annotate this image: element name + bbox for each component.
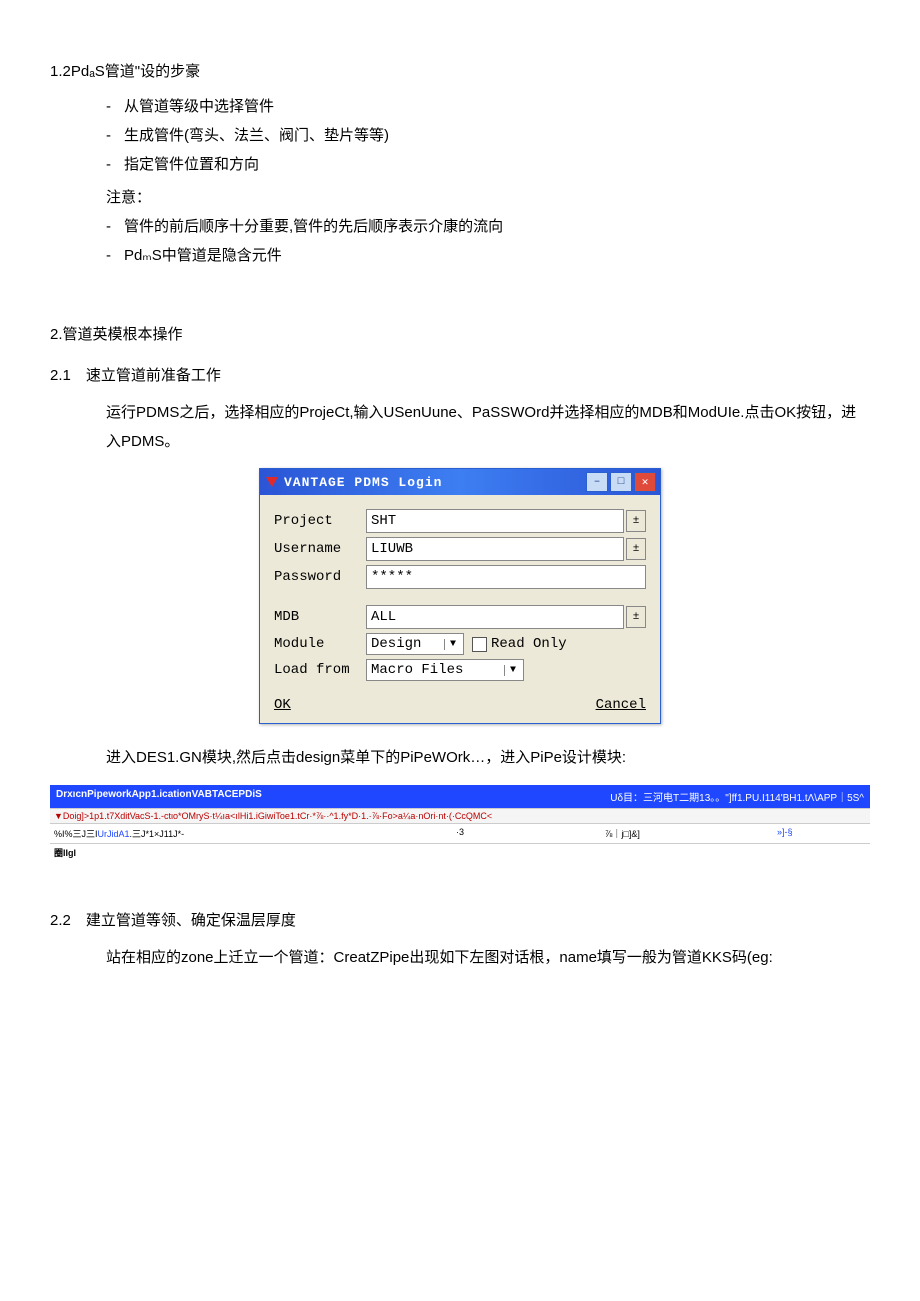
- list-text: 从管道等级中选择管件: [124, 98, 274, 115]
- statusbar: 圈lIgl: [50, 844, 870, 861]
- chevron-down-icon[interactable]: ▼: [444, 639, 461, 650]
- readonly-label: Read Only: [491, 636, 567, 652]
- section-2-1-para: 运行PDMS之后，选择相应的ProjeCt,输入USenUune、PaSSWOr…: [106, 399, 870, 456]
- toolbar[interactable]: %I%三J三IUrJidA1.三J*1×J11J*- ·3 ⅞｜j□]&] »]…: [50, 824, 870, 844]
- module-combo[interactable]: Design ▼: [366, 633, 464, 655]
- app-title-left: DrxıcnPipeworkApp1.icationVABTACEPDiS: [56, 789, 610, 804]
- title-text: VANTAGE PDMS Login: [284, 475, 586, 490]
- note-label: 注意：: [106, 186, 870, 207]
- mdb-input[interactable]: ALL: [366, 605, 624, 629]
- login-dialog: VANTAGE PDMS Login – □ ✕ Project SHT ± U…: [259, 468, 661, 724]
- username-input[interactable]: LIUWB: [366, 537, 624, 561]
- list-item: -生成管件(弯头、法兰、阀门、垫片等等): [106, 124, 870, 145]
- bullet-list-1: -从管道等级中选择管件 -生成管件(弯头、法兰、阀门、垫片等等) -指定管件位置…: [106, 95, 870, 174]
- close-button[interactable]: ✕: [634, 472, 656, 492]
- section-2-2-para: 站在相应的zone上迁立一个管道：CreatZPipe出现如下左图对话根，nam…: [106, 944, 870, 973]
- list-item: -管件的前后顺序十分重要,管件的先后顺序表示介康的流向: [106, 215, 870, 236]
- list-text: PdₘS中管道是隐含元件: [124, 247, 282, 264]
- list-item: -PdₘS中管道是隐含元件: [106, 244, 870, 265]
- ok-button[interactable]: OK: [274, 697, 291, 713]
- list-item: -指定管件位置和方向: [106, 153, 870, 174]
- list-item: -从管道等级中选择管件: [106, 95, 870, 116]
- minimize-button[interactable]: –: [586, 472, 608, 492]
- toolbar-segment: %I%三J三IUrJidA1.三J*1×J11J*-: [54, 827, 379, 840]
- chevron-down-icon[interactable]: ▼: [504, 665, 521, 676]
- project-label: Project: [274, 513, 366, 529]
- maximize-button[interactable]: □: [610, 472, 632, 492]
- app-icon: [266, 477, 278, 487]
- loadfrom-value: Macro Files: [371, 662, 504, 678]
- module-value: Design: [371, 636, 444, 652]
- titlebar[interactable]: VANTAGE PDMS Login – □ ✕: [260, 469, 660, 495]
- toolbar-segment: ·3: [379, 827, 541, 840]
- section-2-title: 2.管道英模根本操作: [50, 323, 870, 344]
- username-dropdown-icon[interactable]: ±: [626, 538, 646, 560]
- project-input[interactable]: SHT: [366, 509, 624, 533]
- mdb-dropdown-icon[interactable]: ±: [626, 606, 646, 628]
- section-1-2-title: 1.2PdₐS管道"设的步豪: [50, 60, 870, 81]
- app-title-right: Uδ目：三河电T二期13。。"]ff1.PU.I114'BH1.tΛ\APP｜5…: [610, 789, 864, 804]
- list-text: 指定管件位置和方向: [124, 156, 259, 173]
- readonly-checkbox[interactable]: [472, 637, 487, 652]
- project-dropdown-icon[interactable]: ±: [626, 510, 646, 532]
- dialog-body: Project SHT ± Username LIUWB ± Password …: [260, 495, 660, 691]
- section-2-2-title: 2.2 建立管道等领、确定保温层厚度: [50, 909, 870, 930]
- mdb-label: MDB: [274, 609, 366, 625]
- after-dialog-para: 进入DES1.GN模块,然后点击design菜单下的PiPeWOrk…，进入Pi…: [106, 744, 870, 773]
- bullet-list-2: -管件的前后顺序十分重要,管件的先后顺序表示介康的流向 -PdₘS中管道是隐含元…: [106, 215, 870, 265]
- menubar[interactable]: ▼Doig]>1p1.t7XditVacS-1.-ctιo*OMryS·t¼ıa…: [50, 808, 870, 824]
- loadfrom-label: Load from: [274, 662, 366, 678]
- section-2-1-title: 2.1 速立管道前准备工作: [50, 364, 870, 385]
- username-label: Username: [274, 541, 366, 557]
- cancel-button[interactable]: Cancel: [596, 697, 646, 713]
- menubar-text: ▼Doig]>1p1.t7XditVacS-1.-ctιo*OMryS·t¼ıa…: [54, 811, 492, 821]
- toolbar-segment: ⅞｜j□]&]: [541, 827, 703, 840]
- module-label: Module: [274, 636, 366, 652]
- password-input[interactable]: *****: [366, 565, 646, 589]
- list-text: 生成管件(弯头、法兰、阀门、垫片等等): [124, 127, 389, 144]
- design-module-screenshot: DrxıcnPipeworkApp1.icationVABTACEPDiS Uδ…: [50, 785, 870, 861]
- app-titlebar: DrxıcnPipeworkApp1.icationVABTACEPDiS Uδ…: [50, 785, 870, 808]
- loadfrom-combo[interactable]: Macro Files ▼: [366, 659, 524, 681]
- toolbar-segment: »]-§: [704, 827, 866, 840]
- list-text: 管件的前后顺序十分重要,管件的先后顺序表示介康的流向: [124, 218, 503, 235]
- password-label: Password: [274, 569, 366, 585]
